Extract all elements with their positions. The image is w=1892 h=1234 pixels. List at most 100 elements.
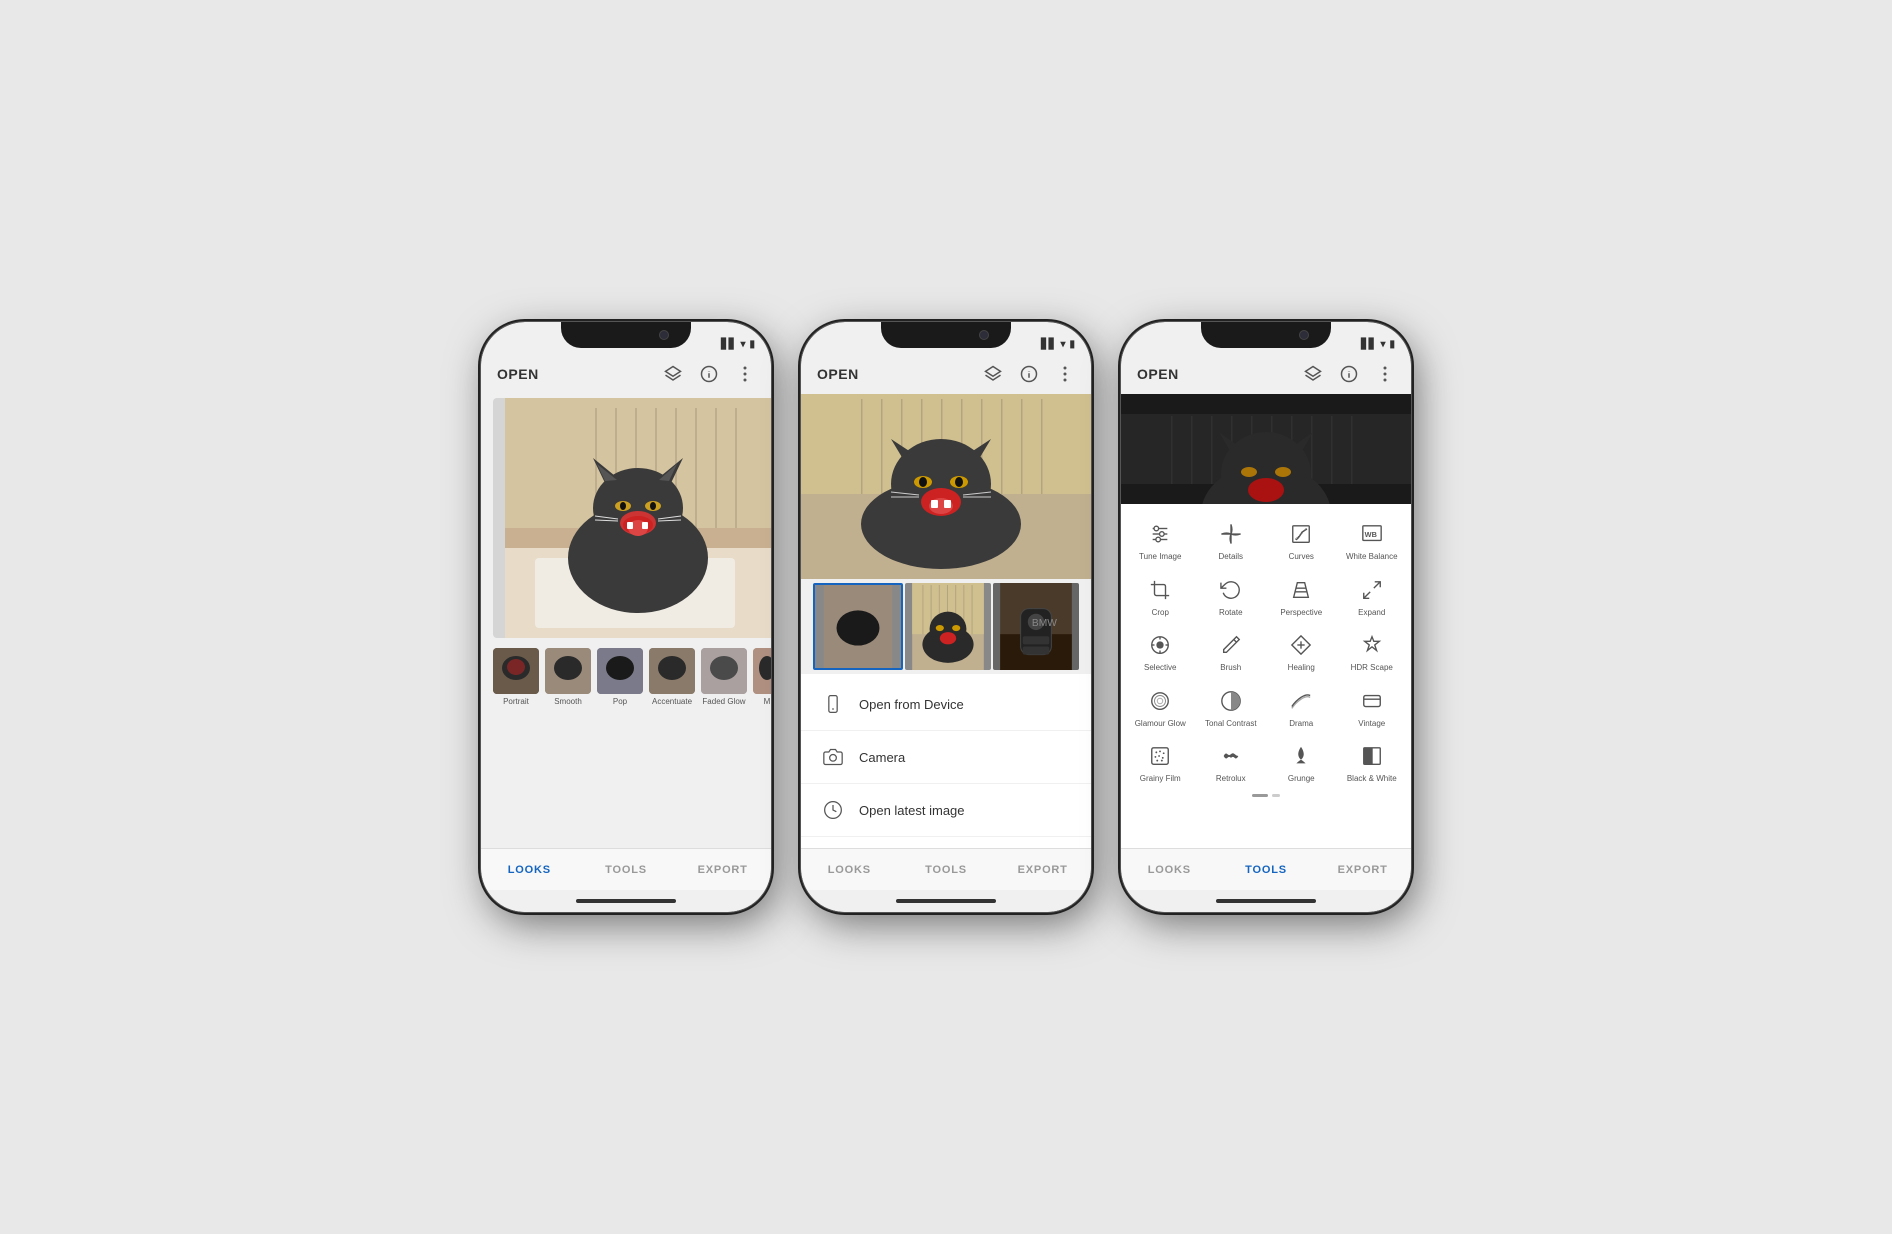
tool-grainy[interactable]: Grainy Film <box>1125 734 1196 790</box>
nav-tools[interactable]: TOOLS <box>898 864 995 876</box>
tool-label-drama: Drama <box>1289 719 1313 729</box>
nav-looks[interactable]: LOOKS <box>1121 864 1218 876</box>
info-icon[interactable] <box>1339 364 1359 384</box>
status-icons: ▋▋ ▾ ▮ <box>721 339 755 350</box>
grainy-icon <box>1146 742 1174 770</box>
nav-export[interactable]: EXPORT <box>1314 864 1411 876</box>
gallery-thumb-3[interactable]: BMW <box>993 583 1079 670</box>
camera-icon <box>821 745 845 769</box>
tool-glamour[interactable]: Glamour Glow <box>1125 679 1196 735</box>
nav-export[interactable]: EXPORT <box>674 864 771 876</box>
tool-crop[interactable]: Crop <box>1125 568 1196 624</box>
more-icon[interactable] <box>1375 364 1395 384</box>
gallery-thumb-1[interactable] <box>813 583 903 670</box>
info-icon[interactable] <box>1019 364 1039 384</box>
tool-rotate[interactable]: Rotate <box>1196 568 1267 624</box>
tool-label-bw: Black & White <box>1347 774 1397 784</box>
phone-looks: ▋▋ ▾ ▮ OPEN <box>481 322 771 912</box>
tool-curves[interactable]: Curves <box>1266 512 1337 568</box>
bottom-nav: LOOKS TOOLS EXPORT <box>801 848 1091 890</box>
tool-drama[interactable]: Drama <box>1266 679 1337 735</box>
tool-label-grainy: Grainy Film <box>1140 774 1181 784</box>
phone-open: ▋▋ ▾ ▮ OPEN <box>801 322 1091 912</box>
tool-label-crop: Crop <box>1152 608 1169 618</box>
tool-tonal[interactable]: Tonal Contrast <box>1196 679 1267 735</box>
app-header: OPEN <box>1121 354 1411 394</box>
nav-export[interactable]: EXPORT <box>994 864 1091 876</box>
open-button[interactable]: OPEN <box>817 366 859 382</box>
nav-looks[interactable]: LOOKS <box>481 864 578 876</box>
layers-icon[interactable] <box>1303 364 1323 384</box>
wifi-icon: ▾ <box>1060 339 1065 350</box>
tools-panel: Tune Image Details Curves WB <box>1121 504 1411 848</box>
tool-label-wb: White Balance <box>1346 552 1398 562</box>
tool-details[interactable]: Details <box>1196 512 1267 568</box>
look-label-accentuate: Accentuate <box>652 697 692 706</box>
tool-white-balance[interactable]: WB White Balance <box>1337 512 1408 568</box>
tool-retrolux[interactable]: Retrolux <box>1196 734 1267 790</box>
tool-label-brush: Brush <box>1220 663 1241 673</box>
phone-device-icon <box>821 692 845 716</box>
nav-tools[interactable]: TOOLS <box>1218 864 1315 876</box>
open-button[interactable]: OPEN <box>497 366 539 382</box>
menu-item-latest[interactable]: Open latest image <box>801 784 1091 837</box>
tool-expand[interactable]: Expand <box>1337 568 1408 624</box>
more-icon[interactable] <box>1055 364 1075 384</box>
look-smooth[interactable]: Smooth <box>545 648 591 706</box>
open-button[interactable]: OPEN <box>1137 366 1179 382</box>
nav-looks[interactable]: LOOKS <box>801 864 898 876</box>
tool-selective[interactable]: Selective <box>1125 623 1196 679</box>
tools-grid: Tune Image Details Curves WB <box>1121 512 1411 790</box>
menu-item-camera[interactable]: Camera <box>801 731 1091 784</box>
header-icons <box>663 364 755 384</box>
clock-icon <box>821 798 845 822</box>
tool-bw[interactable]: Black & White <box>1337 734 1408 790</box>
grunge-icon <box>1287 742 1315 770</box>
main-image <box>493 398 771 638</box>
tool-vintage[interactable]: Vintage <box>1337 679 1408 735</box>
info-icon[interactable] <box>699 364 719 384</box>
tool-grunge[interactable]: Grunge <box>1266 734 1337 790</box>
tool-perspective[interactable]: Perspective <box>1266 568 1337 624</box>
look-accentuate[interactable]: Accentuate <box>649 648 695 706</box>
main-content: Portrait Smooth Pop <box>481 394 771 848</box>
details-icon <box>1217 520 1245 548</box>
look-faded-glow[interactable]: Faded Glow <box>701 648 747 706</box>
look-pop[interactable]: Pop <box>597 648 643 706</box>
look-label-m: M <box>764 697 771 706</box>
drama-icon <box>1287 687 1315 715</box>
more-icon[interactable] <box>735 364 755 384</box>
wifi-icon: ▾ <box>740 339 745 350</box>
app-header: OPEN <box>801 354 1091 394</box>
front-camera <box>659 330 669 340</box>
nav-tools[interactable]: TOOLS <box>578 864 675 876</box>
curves-icon <box>1287 520 1315 548</box>
screen-open: ▋▋ ▾ ▮ OPEN <box>801 322 1091 912</box>
look-label-smooth: Smooth <box>554 697 582 706</box>
bottom-nav: LOOKS TOOLS EXPORT <box>1121 848 1411 890</box>
layers-icon[interactable] <box>663 364 683 384</box>
look-portrait[interactable]: Portrait <box>493 648 539 706</box>
gallery-thumb-2[interactable] <box>905 583 991 670</box>
tool-hdr[interactable]: HDR Scape <box>1337 623 1408 679</box>
tool-healing[interactable]: Healing <box>1266 623 1337 679</box>
selective-icon <box>1146 631 1174 659</box>
menu-label-camera: Camera <box>859 750 905 765</box>
tool-tune-image[interactable]: Tune Image <box>1125 512 1196 568</box>
tool-label-perspective: Perspective <box>1280 608 1322 618</box>
scroll-indicator <box>1121 790 1411 799</box>
look-m[interactable]: M <box>753 648 771 706</box>
notch <box>1201 322 1331 348</box>
layers-icon[interactable] <box>983 364 1003 384</box>
home-indicator <box>481 890 771 912</box>
screen-looks: ▋▋ ▾ ▮ OPEN <box>481 322 771 912</box>
hdr-icon <box>1358 631 1386 659</box>
looks-strip: Portrait Smooth Pop <box>481 642 771 712</box>
screen-tools: ▋▋ ▾ ▮ OPEN <box>1121 322 1411 912</box>
tool-label-healing: Healing <box>1288 663 1315 673</box>
gallery-strip: BMW <box>801 579 1091 674</box>
menu-item-device[interactable]: Open from Device <box>801 678 1091 731</box>
tool-brush[interactable]: Brush <box>1196 623 1267 679</box>
tool-label-details: Details <box>1219 552 1243 562</box>
battery-icon: ▮ <box>1389 339 1395 350</box>
